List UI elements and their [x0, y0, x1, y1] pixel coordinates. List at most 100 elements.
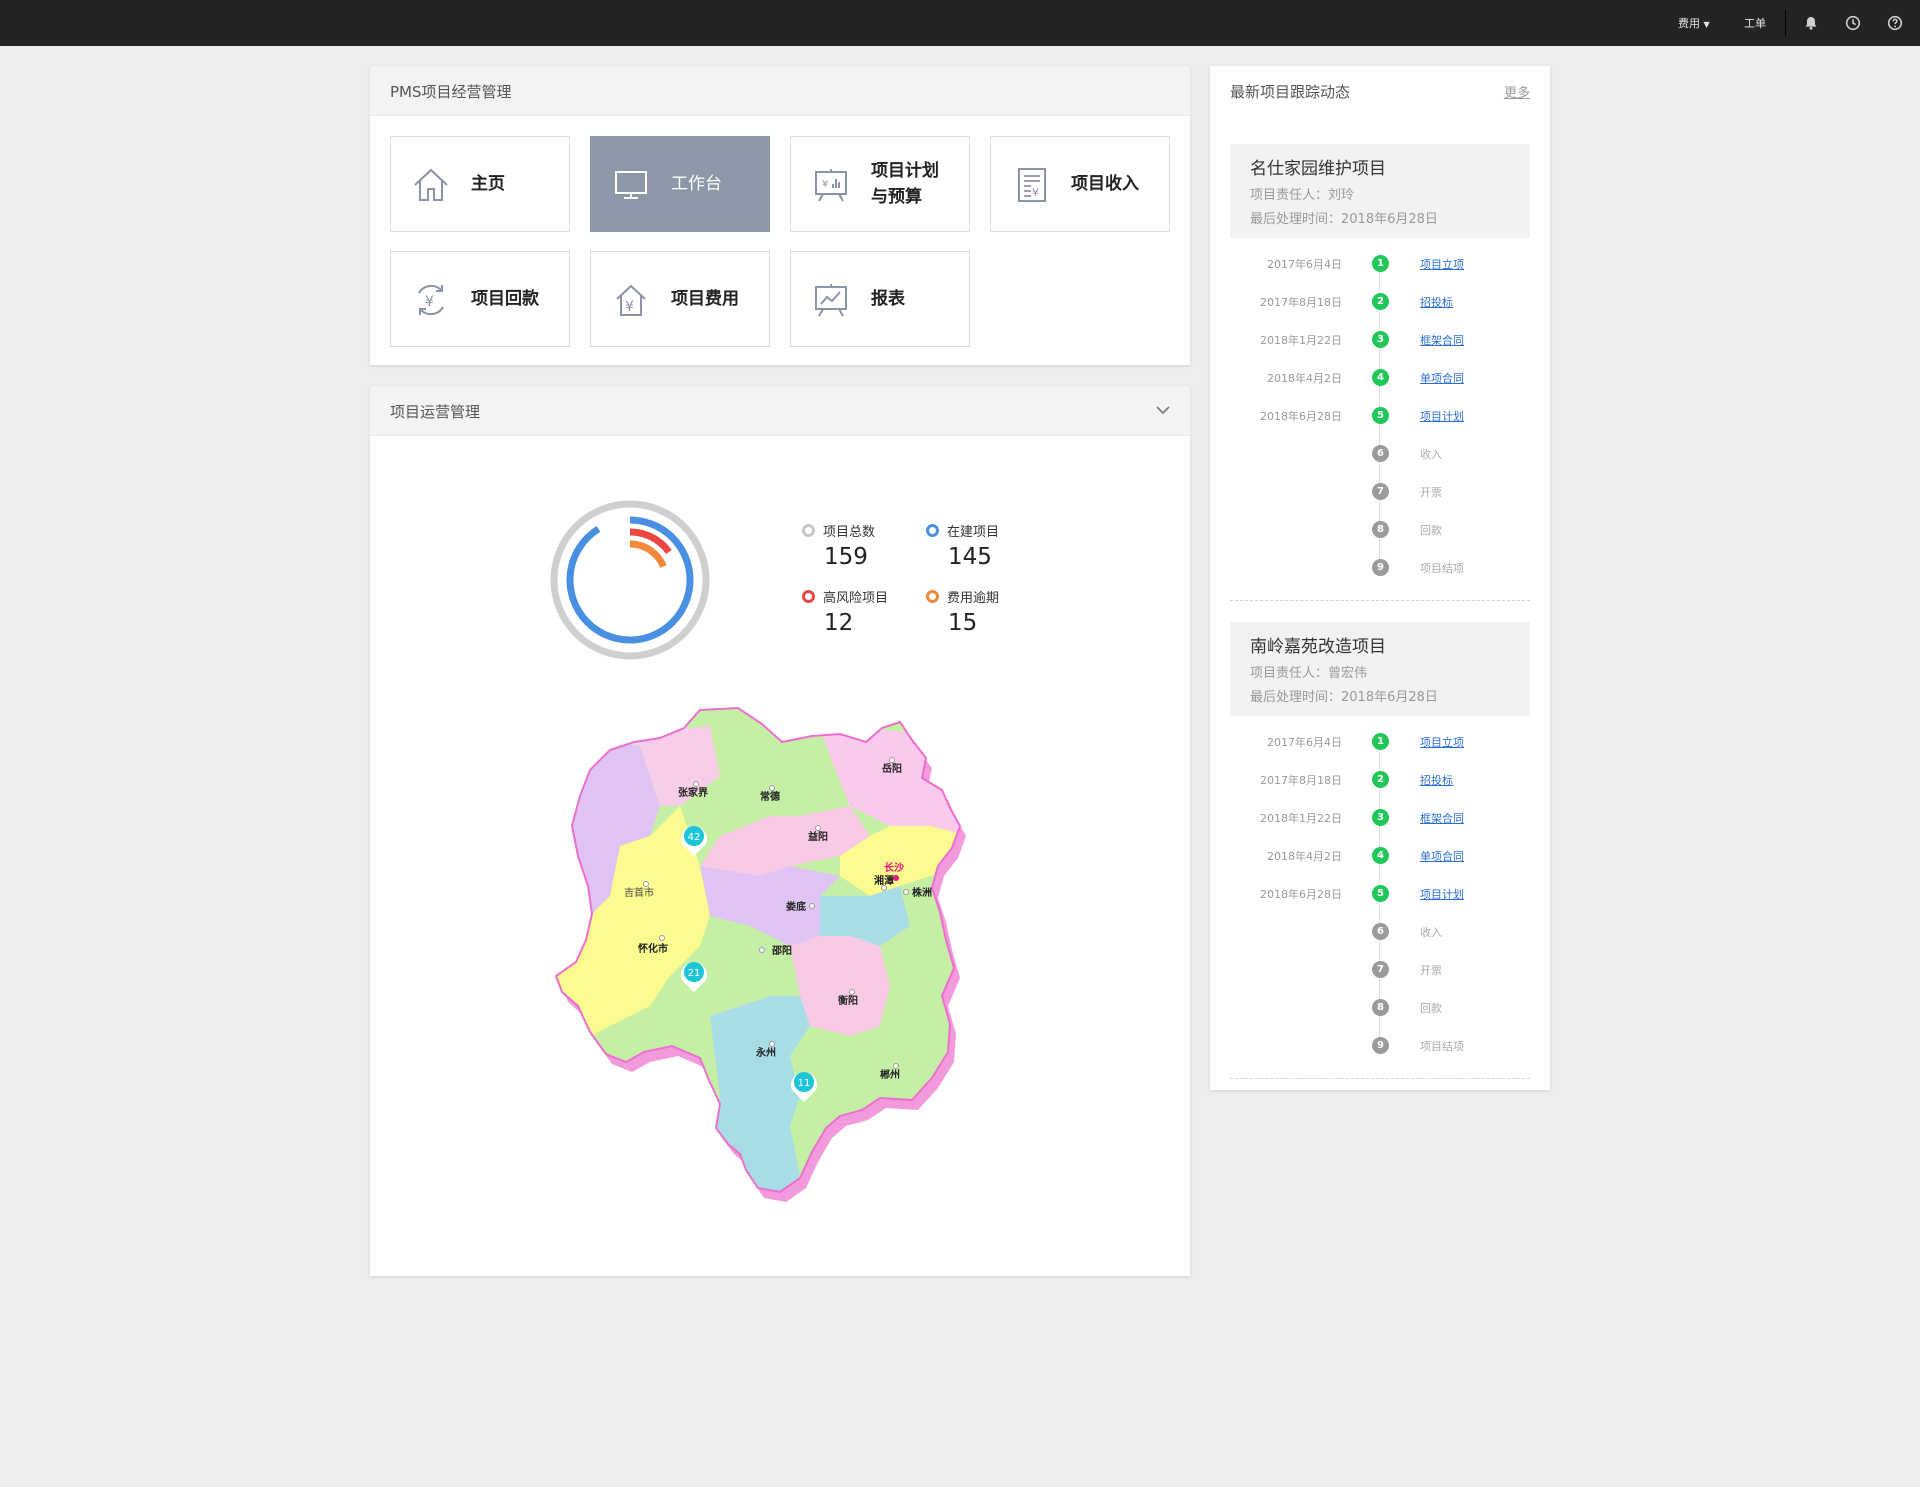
tile-income[interactable]: ¥ 项目收入 [990, 136, 1170, 232]
city-changde: 常德 [760, 790, 780, 803]
divider [1230, 1078, 1530, 1079]
tracking-panel-title: 最新项目跟踪动态 [1230, 83, 1351, 101]
step-link[interactable]: 项目立项 [1420, 256, 1464, 272]
project-card[interactable]: 南岭嘉苑改造项目 项目责任人：曾宏伟 最后处理时间：2018年6月28日 [1230, 622, 1530, 716]
help-icon[interactable] [1887, 15, 1903, 31]
top-bar: 费用 ▼ 工单 [0, 0, 1920, 46]
expense-menu-label: 费用 [1678, 17, 1700, 30]
project-owner: 项目责任人：刘玲 [1250, 184, 1354, 203]
timeline-step: 2018年1月22日 3 框架合同 [1210, 330, 1550, 350]
step-label: 回款 [1420, 524, 1442, 537]
step-link[interactable]: 框架合同 [1420, 332, 1464, 348]
tile-workbench[interactable]: 工作台 [590, 136, 770, 232]
ops-panel-header: 项目运营管理 [370, 386, 1190, 436]
time-label: 最后处理时间： [1250, 212, 1342, 227]
tile-report[interactable]: 报表 [790, 251, 970, 347]
step-label: 收入 [1420, 448, 1442, 461]
step-link[interactable]: 项目计划 [1420, 886, 1464, 902]
tile-workbench-label: 工作台 [671, 174, 722, 194]
step-date: 2017年6月4日 [1267, 258, 1342, 271]
project-name: 南岭嘉苑改造项目 [1250, 637, 1386, 657]
step-date: 2018年6月28日 [1260, 888, 1342, 901]
step-link[interactable]: 项目计划 [1420, 408, 1464, 424]
stat-in-progress-value: 145 [948, 544, 992, 570]
project-owner: 项目责任人：曾宏伟 [1250, 662, 1367, 681]
bell-icon[interactable] [1803, 15, 1819, 31]
ops-panel: 项目运营管理 项目总数 159 在建项目 145 高风险项目 12 费用逾期 1… [370, 386, 1190, 1276]
svg-text:¥: ¥ [822, 179, 828, 190]
step-date: 2018年4月2日 [1267, 850, 1342, 863]
city-yiyang: 益阳 [808, 830, 828, 843]
step-link[interactable]: 招投标 [1420, 772, 1453, 788]
timeline-step: 7 开票 [1210, 482, 1550, 502]
marker-11-value: 11 [798, 1078, 811, 1089]
tile-collection[interactable]: ¥ 项目回款 [390, 251, 570, 347]
divider [1230, 600, 1530, 601]
step-date: 2018年1月22日 [1260, 812, 1342, 825]
step-date: 2018年4月2日 [1267, 372, 1342, 385]
time-value: 2018年6月28日 [1341, 690, 1438, 705]
marker-42-value: 42 [688, 832, 701, 843]
chevron-down-icon[interactable] [1156, 405, 1170, 415]
more-link[interactable]: 更多 [1504, 82, 1530, 101]
city-chenzhou: 郴州 [880, 1068, 900, 1081]
yen-cycle-icon: ¥ [418, 284, 444, 316]
svg-text:¥: ¥ [425, 294, 434, 310]
clock-icon[interactable] [1845, 15, 1861, 31]
expense-menu[interactable]: 费用 ▼ [1678, 15, 1710, 31]
ring-total-track [550, 500, 710, 660]
city-zhuzhou: 株洲 [912, 886, 932, 899]
step-date: 2018年1月22日 [1260, 334, 1342, 347]
step-link[interactable]: 单项合同 [1420, 370, 1464, 386]
step-number-badge: 3 [1372, 809, 1389, 826]
timeline-step: 8 回款 [1210, 998, 1550, 1018]
stat-high-risk: 高风险项目 12 [802, 587, 888, 636]
step-link[interactable]: 招投标 [1420, 294, 1453, 310]
step-label: 项目结项 [1420, 562, 1464, 575]
city-yongzhou: 永州 [755, 1046, 776, 1059]
stat-total-label: 项目总数 [823, 525, 876, 540]
timeline-step: 2018年4月2日 4 单项合同 [1210, 368, 1550, 388]
tile-expense[interactable]: ¥ 项目费用 [590, 251, 770, 347]
step-link[interactable]: 项目立项 [1420, 734, 1464, 750]
stat-overdue-label: 费用逾期 [947, 591, 1000, 606]
tile-plan-budget-line1: 项目计划 [871, 161, 939, 181]
step-number-badge: 5 [1372, 885, 1389, 902]
pms-panel-header: PMS项目经营管理 [370, 66, 1190, 116]
step-date: 2017年8月18日 [1260, 296, 1342, 309]
step-label: 收入 [1420, 926, 1442, 939]
hunan-province-map: 张家界 常德 岳阳 益阳 长沙 吉首市 湘潭 株洲 娄底 怀化市 邵阳 衡阳 永… [554, 706, 966, 1202]
step-number-badge: 8 [1372, 999, 1389, 1016]
ring-overdue-arc [629, 540, 667, 568]
tile-home[interactable]: 主页 [390, 136, 570, 232]
monitor-icon [615, 171, 647, 199]
city-loudi: 娄底 [786, 900, 806, 913]
timeline-step: 2017年6月4日 1 项目立项 [1210, 254, 1550, 274]
stat-overdue-value: 15 [948, 610, 978, 636]
step-link[interactable]: 框架合同 [1420, 810, 1464, 826]
tile-expense-label: 项目费用 [671, 289, 739, 309]
tile-collection-label: 项目回款 [471, 289, 539, 309]
step-number-badge: 1 [1372, 255, 1389, 272]
timeline-step: 2017年6月4日 1 项目立项 [1210, 732, 1550, 752]
step-link[interactable]: 单项合同 [1420, 848, 1464, 864]
timeline-step: 6 收入 [1210, 922, 1550, 942]
step-number-badge: 2 [1372, 771, 1389, 788]
step-number-badge: 4 [1372, 369, 1389, 386]
pms-panel-title: PMS项目经营管理 [390, 83, 512, 101]
step-label: 项目结项 [1420, 1040, 1464, 1053]
tile-report-label: 报表 [871, 289, 905, 309]
stat-overdue: 费用逾期 15 [926, 587, 999, 636]
project-last-time: 最后处理时间：2018年6月28日 [1250, 208, 1438, 227]
step-number-badge: 9 [1372, 559, 1389, 576]
tile-plan-budget[interactable]: ¥ 项目计划 与预算 [790, 136, 970, 232]
marker-21-value: 21 [688, 968, 701, 979]
timeline-step: 6 收入 [1210, 444, 1550, 464]
city-yueyang: 岳阳 [882, 762, 902, 775]
timeline-step: 8 回款 [1210, 520, 1550, 540]
project-card[interactable]: 名仕家园维护项目 项目责任人：刘玲 最后处理时间：2018年6月28日 [1230, 144, 1530, 238]
owner-value: 刘玲 [1328, 188, 1355, 203]
stat-total: 项目总数 159 [802, 521, 875, 570]
step-date: 2018年6月28日 [1260, 410, 1342, 423]
workorder-link[interactable]: 工单 [1744, 15, 1766, 31]
